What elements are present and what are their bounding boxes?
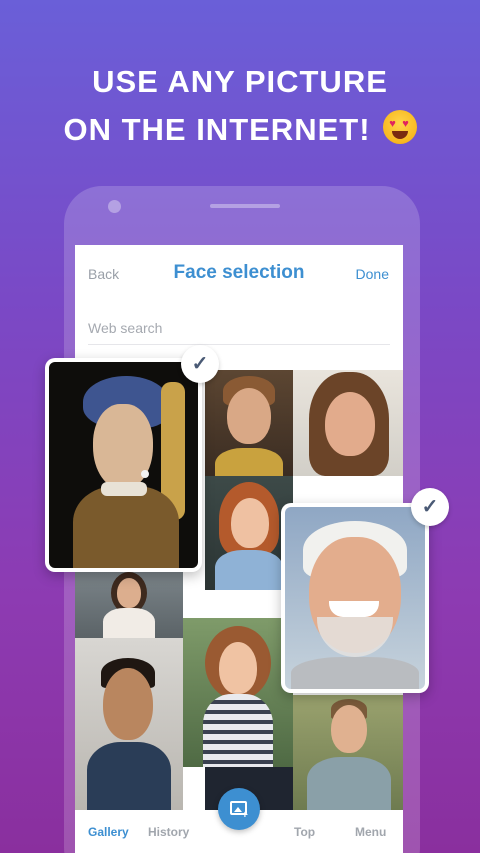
header-bar: Back Face selection Done <box>75 245 403 301</box>
phone-camera <box>108 200 121 213</box>
tab-menu[interactable]: Menu <box>355 825 386 839</box>
add-photo-button[interactable]: + <box>218 788 260 830</box>
selected-photo-pearl-earring[interactable] <box>45 358 202 572</box>
plus-icon: + <box>242 810 248 821</box>
photo-redhead-woman[interactable] <box>205 476 293 590</box>
photo-woman-white-top[interactable] <box>75 570 183 638</box>
checkmark-icon: ✓ <box>411 488 449 526</box>
checkmark-icon: ✓ <box>181 345 219 383</box>
tab-top[interactable]: Top <box>294 825 315 839</box>
page-title: Face selection <box>173 262 305 283</box>
headline-line-2-text: ON THE INTERNET! <box>63 112 371 147</box>
tab-history[interactable]: History <box>148 825 189 839</box>
phone-speaker <box>210 204 280 208</box>
photo-young-man[interactable] <box>205 370 293 476</box>
tab-gallery[interactable]: Gallery <box>88 825 129 839</box>
headline-line-1: USE ANY PICTURE <box>92 64 388 99</box>
photo-smiling-woman[interactable] <box>293 370 403 476</box>
selected-photo-older-man[interactable] <box>281 503 429 693</box>
heart-eyes-emoji-icon: ♥ ♥ <box>382 110 417 144</box>
done-button[interactable]: Done <box>356 266 389 282</box>
photo-smiling-man[interactable] <box>293 695 403 810</box>
photo-bearded-man[interactable] <box>75 638 183 810</box>
photo-curly-woman[interactable] <box>183 618 293 767</box>
headline-line-2: ON THE INTERNET! ♥ ♥ <box>0 106 480 154</box>
promo-headline: USE ANY PICTURE ON THE INTERNET! ♥ ♥ <box>0 58 480 154</box>
search-input[interactable]: Web search <box>88 317 390 345</box>
